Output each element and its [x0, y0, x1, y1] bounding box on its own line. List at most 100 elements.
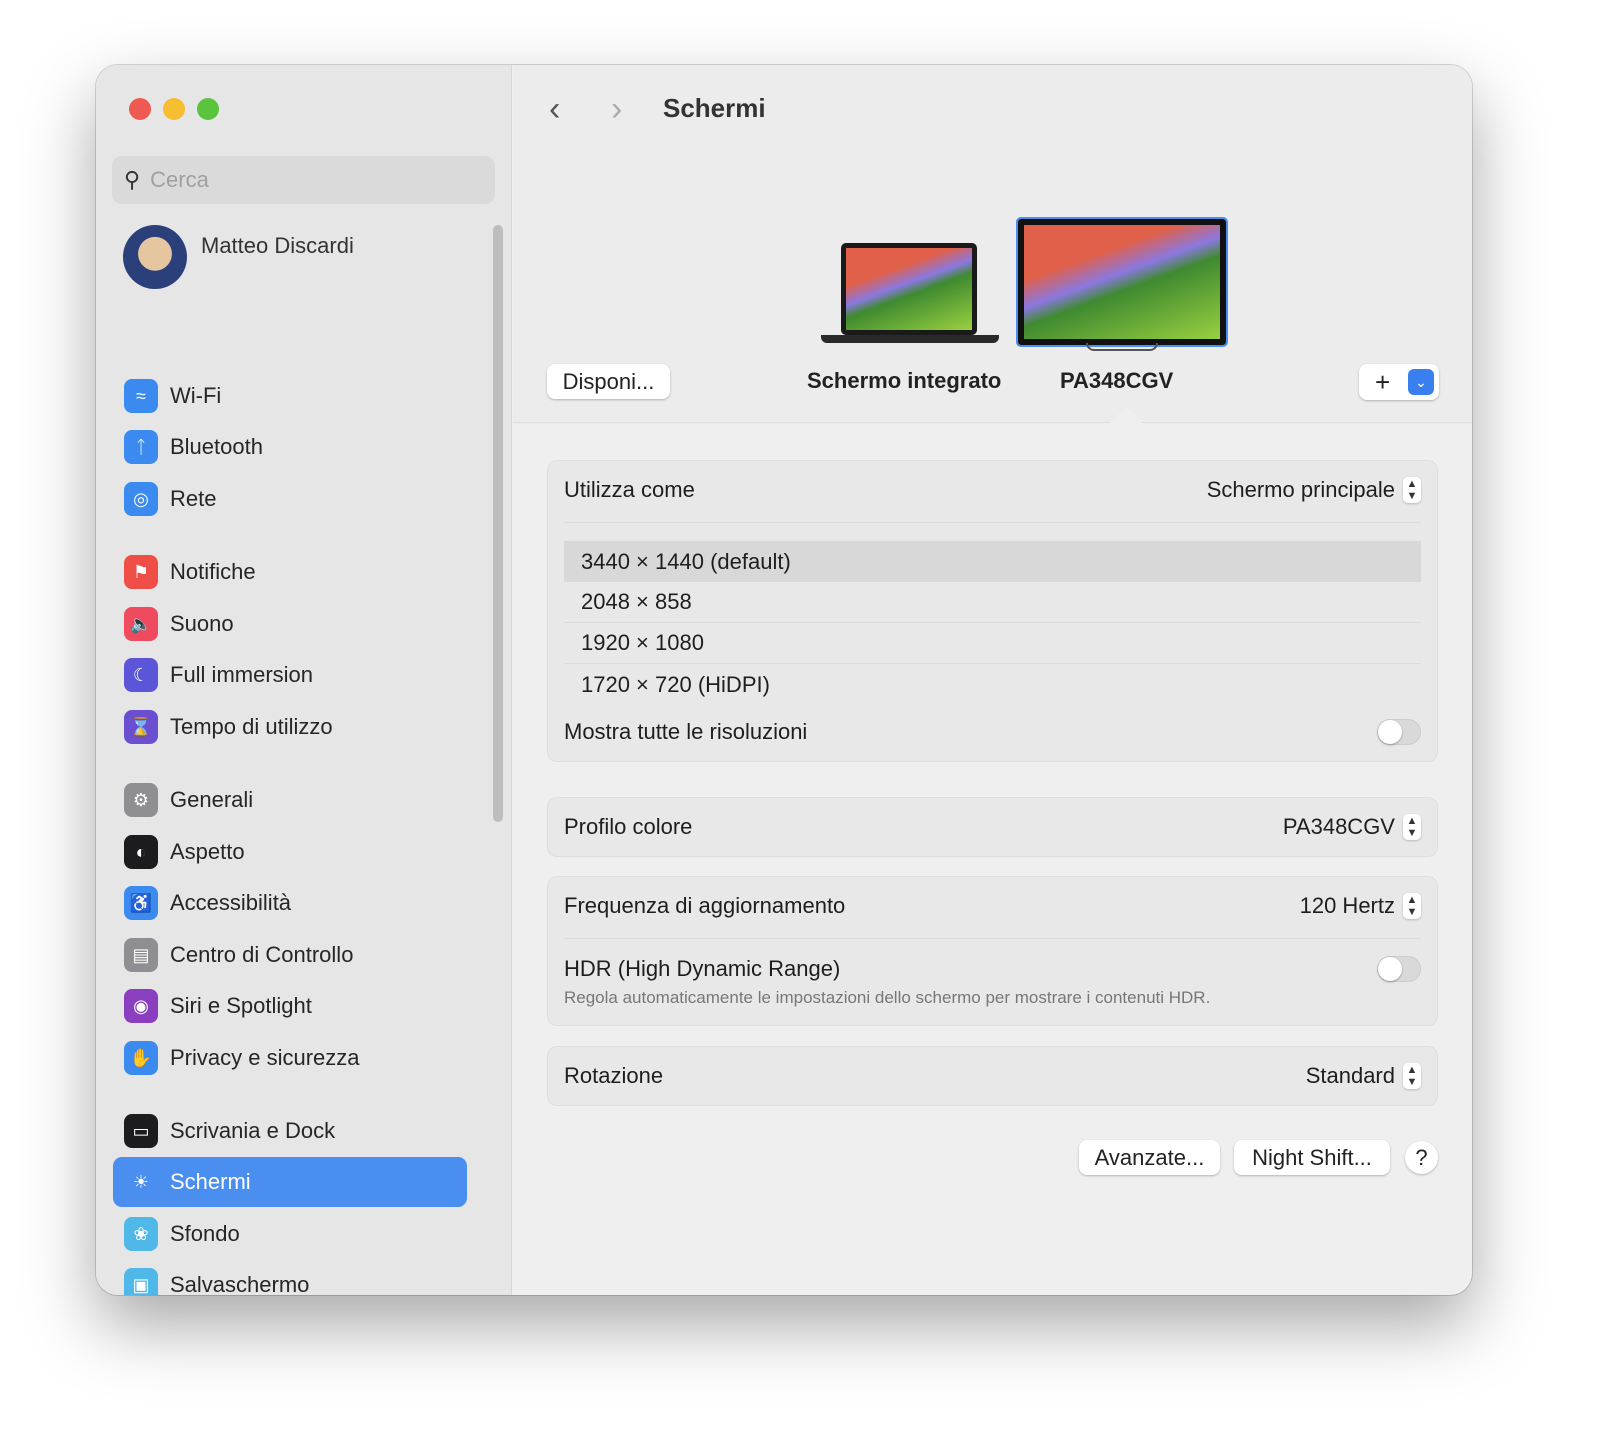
bell-icon: ⚑: [124, 555, 158, 589]
sidebar-item-rete[interactable]: ◎ Rete: [113, 474, 467, 524]
sidebar-item-siri-e-spotlight[interactable]: ◉ Siri e Spotlight: [113, 981, 467, 1031]
sidebar-item-label: Notifiche: [170, 559, 256, 584]
refresh-hdr-card: Frequenza di aggiornamento 120 Hertz ▲ ▼ H…: [547, 876, 1438, 1026]
search-input[interactable]: ⚲ Cerca: [112, 156, 495, 204]
sidebar-item-label: Aspetto: [170, 839, 245, 864]
hdr-toggle[interactable]: [1377, 956, 1421, 982]
show-all-toggle[interactable]: [1377, 719, 1421, 745]
minimize-button[interactable]: [163, 98, 185, 120]
help-button[interactable]: ?: [1405, 1141, 1438, 1174]
updown-icon: ▲ ▼: [1403, 893, 1421, 919]
sidebar-item-label: Siri e Spotlight: [170, 993, 312, 1018]
forward-button[interactable]: ›: [611, 90, 622, 129]
sidebar-item-label: Wi-Fi: [170, 383, 222, 408]
sidebar-item-schermi[interactable]: ☀ Schermi: [113, 1157, 467, 1207]
rotation-label: Rotazione: [564, 1063, 664, 1088]
arrange-button[interactable]: Disponi...: [547, 364, 670, 399]
updown-icon: ▲ ▼: [1403, 1063, 1421, 1089]
sidebar-item-centro-di-controllo[interactable]: ▤ Centro di Controllo: [113, 930, 467, 980]
speaker-icon: 🔈: [124, 607, 158, 641]
sidebar-item-generali[interactable]: ⚙ Generali: [113, 775, 467, 825]
sidebar-item-label: Privacy e sicurezza: [170, 1045, 360, 1070]
moon-icon: ☾: [124, 658, 158, 692]
color-profile-card: Profilo colore PA348CGV ▲ ▼: [547, 797, 1438, 857]
hdr-label: HDR (High Dynamic Range): [564, 956, 841, 981]
bluetooth-icon: ᛏ: [124, 430, 158, 464]
sidebar-item-accessibilit-[interactable]: ♿ Accessibilità: [113, 878, 467, 928]
sidebar-item-privacy-e-sicurezza[interactable]: ✋ Privacy e sicurezza: [113, 1033, 467, 1083]
sidebar-item-label: Schermi: [170, 1169, 251, 1194]
screensaver-icon: ▣: [124, 1268, 158, 1295]
resolution-card: Utilizza come Schermo principale ▲ ▼ 3440 …: [547, 460, 1438, 762]
wifi-icon: ≈: [124, 379, 158, 413]
external-display-label: PA348CGV: [1060, 368, 1174, 393]
plus-icon: +: [1375, 366, 1391, 397]
add-display-button[interactable]: + ⌄: [1359, 364, 1439, 400]
built-in-display[interactable]: [821, 243, 999, 349]
sidebar-item-label: Sfondo: [170, 1221, 240, 1246]
sidebar-item-tempo-di-utilizzo[interactable]: ⌛ Tempo di utilizzo: [113, 702, 467, 752]
avatar: [123, 225, 187, 289]
show-all-label: Mostra tutte le risoluzioni: [564, 719, 808, 744]
sidebar-scrollbar[interactable]: [493, 225, 503, 822]
sidebar-item-salvaschermo[interactable]: ▣ Salvaschermo: [113, 1260, 467, 1295]
sidebar-item-bluetooth[interactable]: ᛏ Bluetooth: [113, 422, 467, 472]
sidebar-item-label: Generali: [170, 787, 254, 812]
siri-icon: ◉: [124, 989, 158, 1023]
sidebar-item-label: Rete: [170, 486, 217, 511]
sidebar-item-label: Tempo di utilizzo: [170, 714, 333, 739]
sidebar-item-sfondo[interactable]: ❀ Sfondo: [113, 1209, 467, 1259]
rotation-card: Rotazione Standard ▲ ▼: [547, 1046, 1438, 1106]
flower-icon: ❀: [124, 1217, 158, 1251]
chevron-down-icon[interactable]: ⌄: [1408, 369, 1434, 395]
resolution-option[interactable]: 3440 × 1440 (default): [564, 541, 1421, 582]
hand-icon: ✋: [124, 1041, 158, 1075]
refresh-rate-select[interactable]: 120 Hertz ▲ ▼: [1300, 893, 1421, 919]
hdr-description: Regola automaticamente le impostazioni d…: [564, 988, 1211, 1007]
zoom-button[interactable]: [197, 98, 219, 120]
sidebar-item-suono[interactable]: 🔈 Suono: [113, 599, 467, 649]
page-title: Schermi: [663, 93, 766, 123]
sidebar-item-label: Bluetooth: [170, 434, 263, 459]
color-profile-select[interactable]: PA348CGV ▲ ▼: [1283, 814, 1421, 840]
sidebar-item-full-immersion[interactable]: ☾ Full immersion: [113, 650, 467, 700]
color-profile-label: Profilo colore: [564, 814, 693, 839]
night-shift-button[interactable]: Night Shift...: [1234, 1140, 1390, 1175]
external-display[interactable]: [1018, 219, 1226, 351]
appearance-icon: ◐: [124, 835, 158, 869]
selection-pointer: [1110, 407, 1142, 423]
main-pane: ‹ › Schermi Disponi... Schermo integrato…: [513, 65, 1472, 1295]
close-button[interactable]: [129, 98, 151, 120]
system-settings-window: ⚲ Cerca Matteo Discardi ≈ Wi-Fi ᛏ Bluetooth…: [96, 65, 1472, 1295]
sidebar-item-notifiche[interactable]: ⚑ Notifiche: [113, 547, 467, 597]
accessibility-icon: ♿: [124, 886, 158, 920]
sidebar-item-label: Centro di Controllo: [170, 942, 354, 967]
user-account[interactable]: Matteo Discardi: [123, 225, 354, 289]
search-icon: ⚲: [124, 167, 141, 192]
updown-icon: ▲ ▼: [1403, 814, 1421, 840]
resolution-option[interactable]: 1720 × 720 (HiDPI): [564, 664, 1421, 705]
updown-icon: ▲ ▼: [1403, 477, 1421, 503]
sidebar-item-aspetto[interactable]: ◐ Aspetto: [113, 827, 467, 877]
sidebar: ⚲ Cerca Matteo Discardi ≈ Wi-Fi ᛏ Bluetooth…: [96, 65, 512, 1295]
sidebar-item-label: Accessibilità: [170, 890, 292, 915]
sidebar-item-wi-fi[interactable]: ≈ Wi-Fi: [113, 371, 467, 421]
search-placeholder: Cerca: [150, 167, 209, 192]
advanced-button[interactable]: Avanzate...: [1079, 1140, 1220, 1175]
sun-icon: ☀: [132, 1171, 150, 1192]
built-in-display-label: Schermo integrato: [807, 368, 1002, 393]
sidebar-item-label: Full immersion: [170, 662, 314, 687]
resolution-option[interactable]: 1920 × 1080: [564, 623, 1421, 664]
user-name: Matteo Discardi: [201, 233, 354, 258]
gear-icon: ⚙: [124, 783, 158, 817]
rotation-select[interactable]: Standard ▲ ▼: [1306, 1063, 1421, 1089]
sidebar-item-label: Scrivania e Dock: [170, 1118, 336, 1143]
use-as-select[interactable]: Schermo principale ▲ ▼: [1207, 477, 1421, 503]
globe-icon: ◎: [124, 482, 158, 516]
sidebar-item-label: Suono: [170, 611, 234, 636]
hourglass-icon: ⌛: [124, 710, 158, 744]
control-center-icon: ▤: [124, 938, 158, 972]
back-button[interactable]: ‹: [549, 90, 560, 129]
sidebar-item-scrivania-e-dock[interactable]: ▭ Scrivania e Dock: [113, 1106, 467, 1156]
resolution-option[interactable]: 2048 × 858: [564, 582, 1421, 623]
